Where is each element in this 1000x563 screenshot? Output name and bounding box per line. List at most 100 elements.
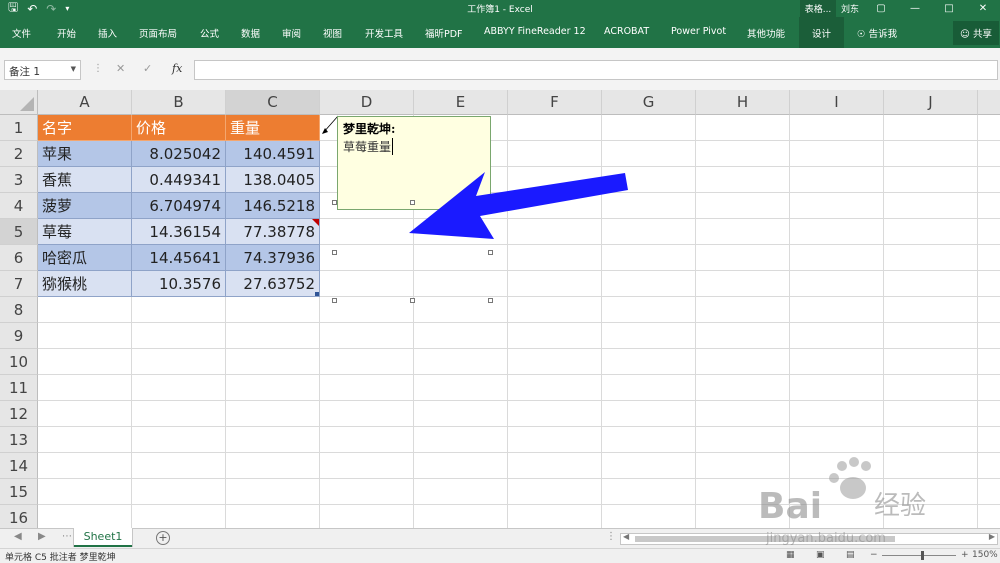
cell-a6[interactable]: 哈密瓜 — [38, 245, 132, 271]
row-header-8[interactable]: 8 — [0, 297, 38, 323]
cell-c1[interactable]: 重量 — [226, 115, 320, 141]
column-header-g[interactable]: G — [602, 90, 696, 115]
page-layout-view-icon[interactable]: ▣ — [816, 550, 825, 560]
close-icon[interactable]: ✕ — [966, 0, 1000, 17]
zoom-out-icon[interactable]: − — [870, 550, 878, 560]
ribbon-display-icon[interactable]: ▢ — [864, 0, 898, 17]
enter-icon[interactable]: ✓ — [143, 62, 152, 75]
user-name[interactable]: 刘东 — [841, 2, 859, 15]
cell-c6[interactable]: 74.37936 — [226, 245, 320, 271]
resize-handle-bottom-right[interactable] — [488, 298, 493, 303]
cell-b3[interactable]: 0.449341 — [132, 167, 226, 193]
cell-a7[interactable]: 猕猴桃 — [38, 271, 132, 297]
cell-c4[interactable]: 146.5218 — [226, 193, 320, 219]
scroll-split-icon[interactable]: ⋮ — [606, 531, 616, 542]
row-header-7[interactable]: 7 — [0, 271, 38, 297]
scrollbar-thumb[interactable] — [635, 536, 895, 542]
scroll-left-icon[interactable]: ◀ — [623, 532, 629, 541]
zoom-slider-thumb[interactable] — [921, 551, 924, 560]
resize-handle-bottom[interactable] — [410, 298, 415, 303]
cell-c2[interactable]: 140.4591 — [226, 141, 320, 167]
row-header-12[interactable]: 12 — [0, 401, 38, 427]
zoom-slider[interactable] — [882, 555, 956, 556]
tab-abbyy[interactable]: ABBYY FineReader 12 — [484, 26, 586, 37]
sheet-nav-left-icon[interactable]: ◀ — [14, 531, 22, 542]
cell-b5[interactable]: 14.36154 — [132, 219, 226, 245]
formula-input[interactable] — [194, 60, 998, 80]
tab-insert[interactable]: 插入 — [98, 26, 117, 40]
column-header-a[interactable]: A — [38, 90, 132, 115]
select-all-button[interactable] — [0, 90, 38, 115]
sheet-tabs-overflow-icon[interactable]: ⋯ — [62, 531, 72, 542]
row-header-11[interactable]: 11 — [0, 375, 38, 401]
tab-view[interactable]: 视图 — [323, 26, 342, 40]
chevron-down-icon[interactable]: ▼ — [71, 65, 76, 73]
page-break-view-icon[interactable]: ▤ — [846, 550, 855, 560]
normal-view-icon[interactable]: ▦ — [786, 550, 795, 560]
column-header-f[interactable]: F — [508, 90, 602, 115]
row-header-5[interactable]: 5 — [0, 219, 38, 245]
tab-formulas[interactable]: 公式 — [200, 26, 219, 40]
tab-foxit-pdf[interactable]: 福昕PDF — [425, 26, 463, 40]
row-header-6[interactable]: 6 — [0, 245, 38, 271]
cell-b2[interactable]: 8.025042 — [132, 141, 226, 167]
row-header-14[interactable]: 14 — [0, 453, 38, 479]
tab-design[interactable]: 设计 — [799, 17, 845, 48]
row-header-9[interactable]: 9 — [0, 323, 38, 349]
column-header-b[interactable]: B — [132, 90, 226, 115]
tab-home[interactable]: 开始 — [57, 26, 76, 40]
cell-c5[interactable]: 77.38778 — [226, 219, 320, 245]
tab-file[interactable]: 文件 — [12, 26, 31, 40]
worksheet-grid[interactable]: A B C D E F G H I J 1 2 3 4 5 6 7 8 9 10… — [0, 90, 1000, 528]
cancel-icon[interactable]: ✕ — [116, 62, 125, 75]
tab-page-layout[interactable]: 页面布局 — [139, 26, 177, 40]
row-header-2[interactable]: 2 — [0, 141, 38, 167]
tab-review[interactable]: 审阅 — [282, 26, 301, 40]
cell-c3[interactable]: 138.0405 — [226, 167, 320, 193]
column-header-c[interactable]: C — [226, 90, 320, 115]
cell-b7[interactable]: 10.3576 — [132, 271, 226, 297]
tab-other-functions[interactable]: 其他功能 — [747, 26, 785, 40]
column-header-e[interactable]: E — [414, 90, 508, 115]
table-resize-handle[interactable] — [315, 292, 319, 296]
column-header-k[interactable] — [978, 90, 1000, 115]
column-header-j[interactable]: J — [884, 90, 978, 115]
cell-b4[interactable]: 6.704974 — [132, 193, 226, 219]
sheet-nav-right-icon[interactable]: ▶ — [38, 531, 46, 542]
tab-power-pivot[interactable]: Power Pivot — [671, 26, 726, 37]
cell-a1[interactable]: 名字 — [38, 115, 132, 141]
tell-me-search[interactable]: ☉ 告诉我 — [857, 26, 897, 40]
scroll-right-icon[interactable]: ▶ — [989, 532, 995, 541]
horizontal-scrollbar[interactable]: ◀ ▶ — [620, 532, 998, 545]
resize-handle-top-left[interactable] — [332, 200, 337, 205]
row-header-16[interactable]: 16 — [0, 505, 38, 528]
cell-b1[interactable]: 价格 — [132, 115, 226, 141]
maximize-icon[interactable]: □ — [932, 0, 966, 17]
add-sheet-button[interactable]: + — [156, 531, 170, 545]
column-header-i[interactable]: I — [790, 90, 884, 115]
tab-developer[interactable]: 开发工具 — [365, 26, 403, 40]
tab-acrobat[interactable]: ACROBAT — [604, 26, 649, 37]
comment-text[interactable]: 草莓重量 — [343, 138, 394, 155]
minimize-icon[interactable]: — — [898, 0, 932, 17]
share-button[interactable]: ☺ 共享 — [953, 21, 999, 45]
insert-function-button[interactable]: fx — [172, 62, 182, 75]
cell-b6[interactable]: 14.45641 — [132, 245, 226, 271]
row-header-3[interactable]: 3 — [0, 167, 38, 193]
cell-a3[interactable]: 香蕉 — [38, 167, 132, 193]
tab-data[interactable]: 数据 — [241, 26, 260, 40]
name-box[interactable]: 备注 1 ▼ — [4, 60, 81, 80]
cell-a5[interactable]: 草莓 — [38, 219, 132, 245]
resize-handle-right[interactable] — [488, 250, 493, 255]
row-header-4[interactable]: 4 — [0, 193, 38, 219]
resize-handle-bottom-left[interactable] — [332, 298, 337, 303]
sheet-tab-sheet1[interactable]: Sheet1 — [74, 528, 132, 547]
cell-a4[interactable]: 菠萝 — [38, 193, 132, 219]
column-header-h[interactable]: H — [696, 90, 790, 115]
column-header-d[interactable]: D — [320, 90, 414, 115]
row-header-10[interactable]: 10 — [0, 349, 38, 375]
row-header-15[interactable]: 15 — [0, 479, 38, 505]
cell-c7[interactable]: 27.63752 — [226, 271, 320, 297]
zoom-level[interactable]: 150% — [972, 550, 998, 560]
cell-a2[interactable]: 苹果 — [38, 141, 132, 167]
